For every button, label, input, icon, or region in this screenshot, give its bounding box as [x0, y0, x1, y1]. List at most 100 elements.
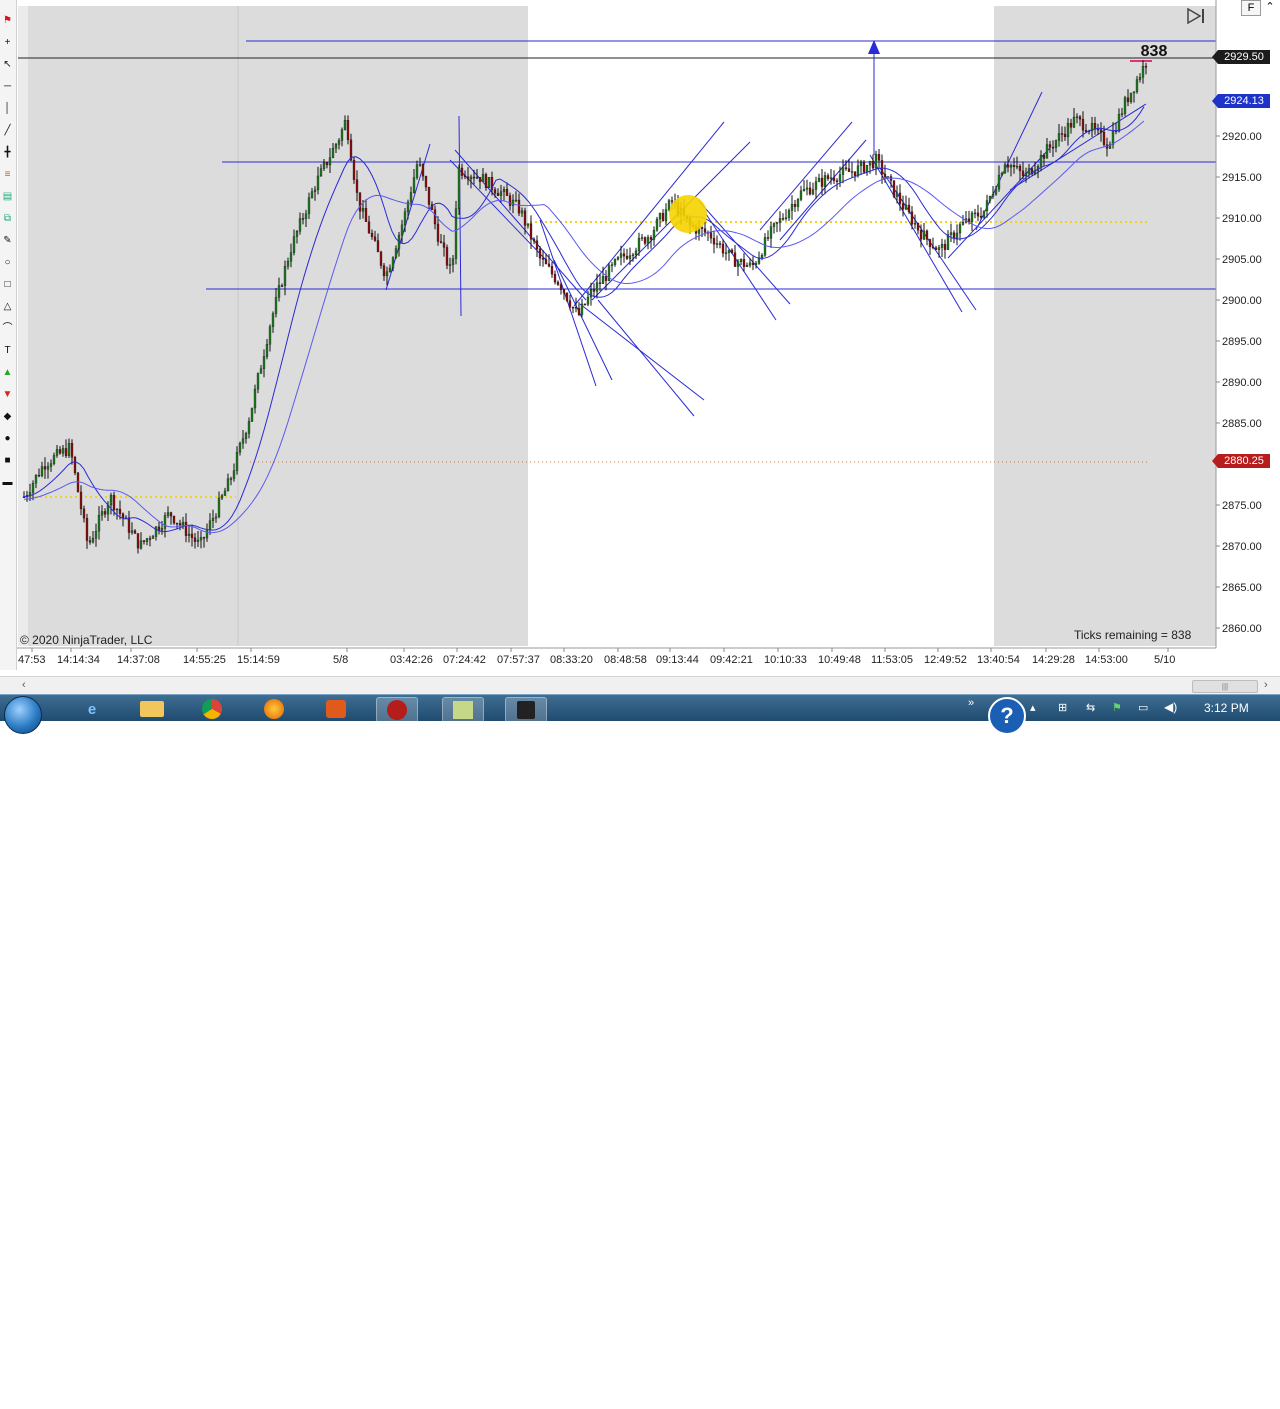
candle-body: [1039, 155, 1043, 167]
scroll-right-arrow-icon[interactable]: ›: [1264, 679, 1268, 691]
stop-icon[interactable]: ▬: [1, 476, 14, 489]
candle-body: [76, 472, 80, 493]
candle-body: [214, 516, 218, 519]
arrow-down-icon[interactable]: ▼: [1, 388, 14, 401]
candle-body: [844, 167, 848, 169]
candle-body: [1126, 97, 1130, 103]
candle-body: [655, 218, 659, 231]
ray-icon[interactable]: ╱: [1, 124, 14, 137]
candle-body: [382, 265, 386, 277]
candle-body: [55, 449, 59, 456]
tray-monitor-icon[interactable]: ▭: [1138, 701, 1148, 714]
help-icon[interactable]: ?: [988, 697, 1026, 735]
candle-body: [727, 249, 731, 253]
square-icon[interactable]: ■: [1, 454, 14, 467]
candle-body: [556, 281, 560, 285]
candle-body: [355, 179, 359, 193]
arrow-icon[interactable]: ↖: [1, 58, 14, 71]
candle-body: [553, 274, 557, 283]
f-button[interactable]: F: [1241, 0, 1261, 16]
scroll-thumb[interactable]: |||: [1192, 680, 1258, 693]
copyright-text: © 2020 NinjaTrader, LLC: [20, 633, 153, 647]
candle-body: [1123, 97, 1127, 114]
notes-icon[interactable]: [442, 697, 484, 723]
taskbar-clock[interactable]: 3:12 PM: [1204, 701, 1249, 715]
text-icon[interactable]: T: [1, 344, 14, 357]
candle-body: [148, 538, 152, 540]
candle-body: [841, 167, 845, 175]
triangle-icon[interactable]: △: [1, 300, 14, 313]
candle-body: [877, 154, 881, 161]
candle-body: [754, 263, 758, 265]
flag-icon[interactable]: ⚑: [1, 14, 14, 27]
plus-icon[interactable]: ╋: [1, 146, 14, 159]
tray-chevron-icon[interactable]: ▴: [1030, 701, 1036, 714]
candle-body: [181, 521, 185, 526]
arc-icon[interactable]: ⌒: [1, 322, 14, 335]
tray-flag-icon[interactable]: ⚑: [1112, 701, 1122, 714]
media-player-icon[interactable]: [316, 697, 356, 721]
chevron-up-icon[interactable]: ⌃: [1262, 0, 1278, 14]
candle-body: [229, 478, 233, 480]
time-axis-label: 15:14:59: [237, 654, 280, 666]
tick-counter-label: 838: [1141, 43, 1168, 60]
candle-body: [256, 373, 260, 390]
candle-body: [337, 140, 341, 145]
internet-explorer-icon[interactable]: e: [72, 697, 112, 721]
candle-body: [1054, 140, 1058, 148]
candle-body: [748, 262, 752, 266]
time-axis-label: 07:57:37: [497, 654, 540, 666]
candle-body: [790, 204, 794, 211]
candle-body: [109, 495, 113, 506]
candle-body: [652, 230, 656, 240]
rectangle-icon[interactable]: □: [1, 278, 14, 291]
cross-icon[interactable]: +: [1, 36, 14, 49]
circle-icon[interactable]: ○: [1, 256, 14, 269]
volume-icon[interactable]: ◀): [1164, 700, 1177, 714]
candle-body: [34, 474, 38, 484]
candle-body: [634, 250, 638, 256]
candle-body: [253, 388, 257, 409]
arrow-up-icon[interactable]: ▲: [1, 366, 14, 379]
candle-body: [436, 223, 440, 242]
candle-body: [73, 457, 77, 474]
shapes-icon[interactable]: ⧉: [1, 212, 14, 225]
candle-body: [367, 221, 371, 234]
candle-body: [628, 255, 632, 259]
candle-body: [118, 508, 122, 514]
scroll-left-arrow-icon[interactable]: ‹: [22, 679, 26, 691]
tray-network-icon[interactable]: ⇆: [1086, 701, 1095, 714]
candle-body: [331, 148, 335, 158]
diamond-icon[interactable]: ◆: [1, 410, 14, 423]
candle-body: [871, 160, 875, 169]
candle-body: [886, 176, 890, 178]
minus-icon[interactable]: ─: [1, 80, 14, 93]
horizontal-scrollbar[interactable]: ‹ ||| ›: [0, 676, 1280, 695]
desktop-toolbar-label[interactable]: Desktop: [914, 1395, 958, 1409]
chrome-icon[interactable]: [192, 697, 232, 721]
firefox-icon[interactable]: [254, 697, 294, 721]
tray-grid-icon[interactable]: ⊞: [1058, 701, 1067, 714]
desktop-app-icon[interactable]: [505, 697, 547, 723]
candle-body: [247, 421, 251, 434]
grid-icon[interactable]: ▤: [1, 190, 14, 203]
pencil-icon[interactable]: ✎: [1, 234, 14, 247]
time-axis-label: 10:49:48: [818, 654, 861, 666]
price-chart[interactable]: 2920.00 2915.00 2910.00 2905.00 2900.00 2895.…: [0, 0, 1280, 676]
chevron-double-right-icon[interactable]: »: [968, 697, 974, 709]
candle-body: [199, 537, 203, 541]
candle-body: [319, 168, 323, 177]
candle-body: [832, 177, 836, 181]
candle-body: [187, 533, 191, 536]
candle-body: [799, 190, 803, 200]
fibonacci-icon[interactable]: ≡: [1, 168, 14, 181]
dot-icon[interactable]: ●: [1, 432, 14, 445]
ninjatrader-icon[interactable]: [376, 697, 418, 723]
candle-body: [232, 470, 236, 479]
price-axis-label: 2885.00: [1222, 418, 1262, 430]
windows-start-button[interactable]: [4, 696, 42, 734]
skip-forward-icon[interactable]: [1186, 6, 1208, 26]
time-axis-label: 11:53:05: [871, 654, 913, 666]
folder-icon[interactable]: [132, 697, 172, 721]
vertical-line-icon[interactable]: │: [1, 102, 14, 115]
